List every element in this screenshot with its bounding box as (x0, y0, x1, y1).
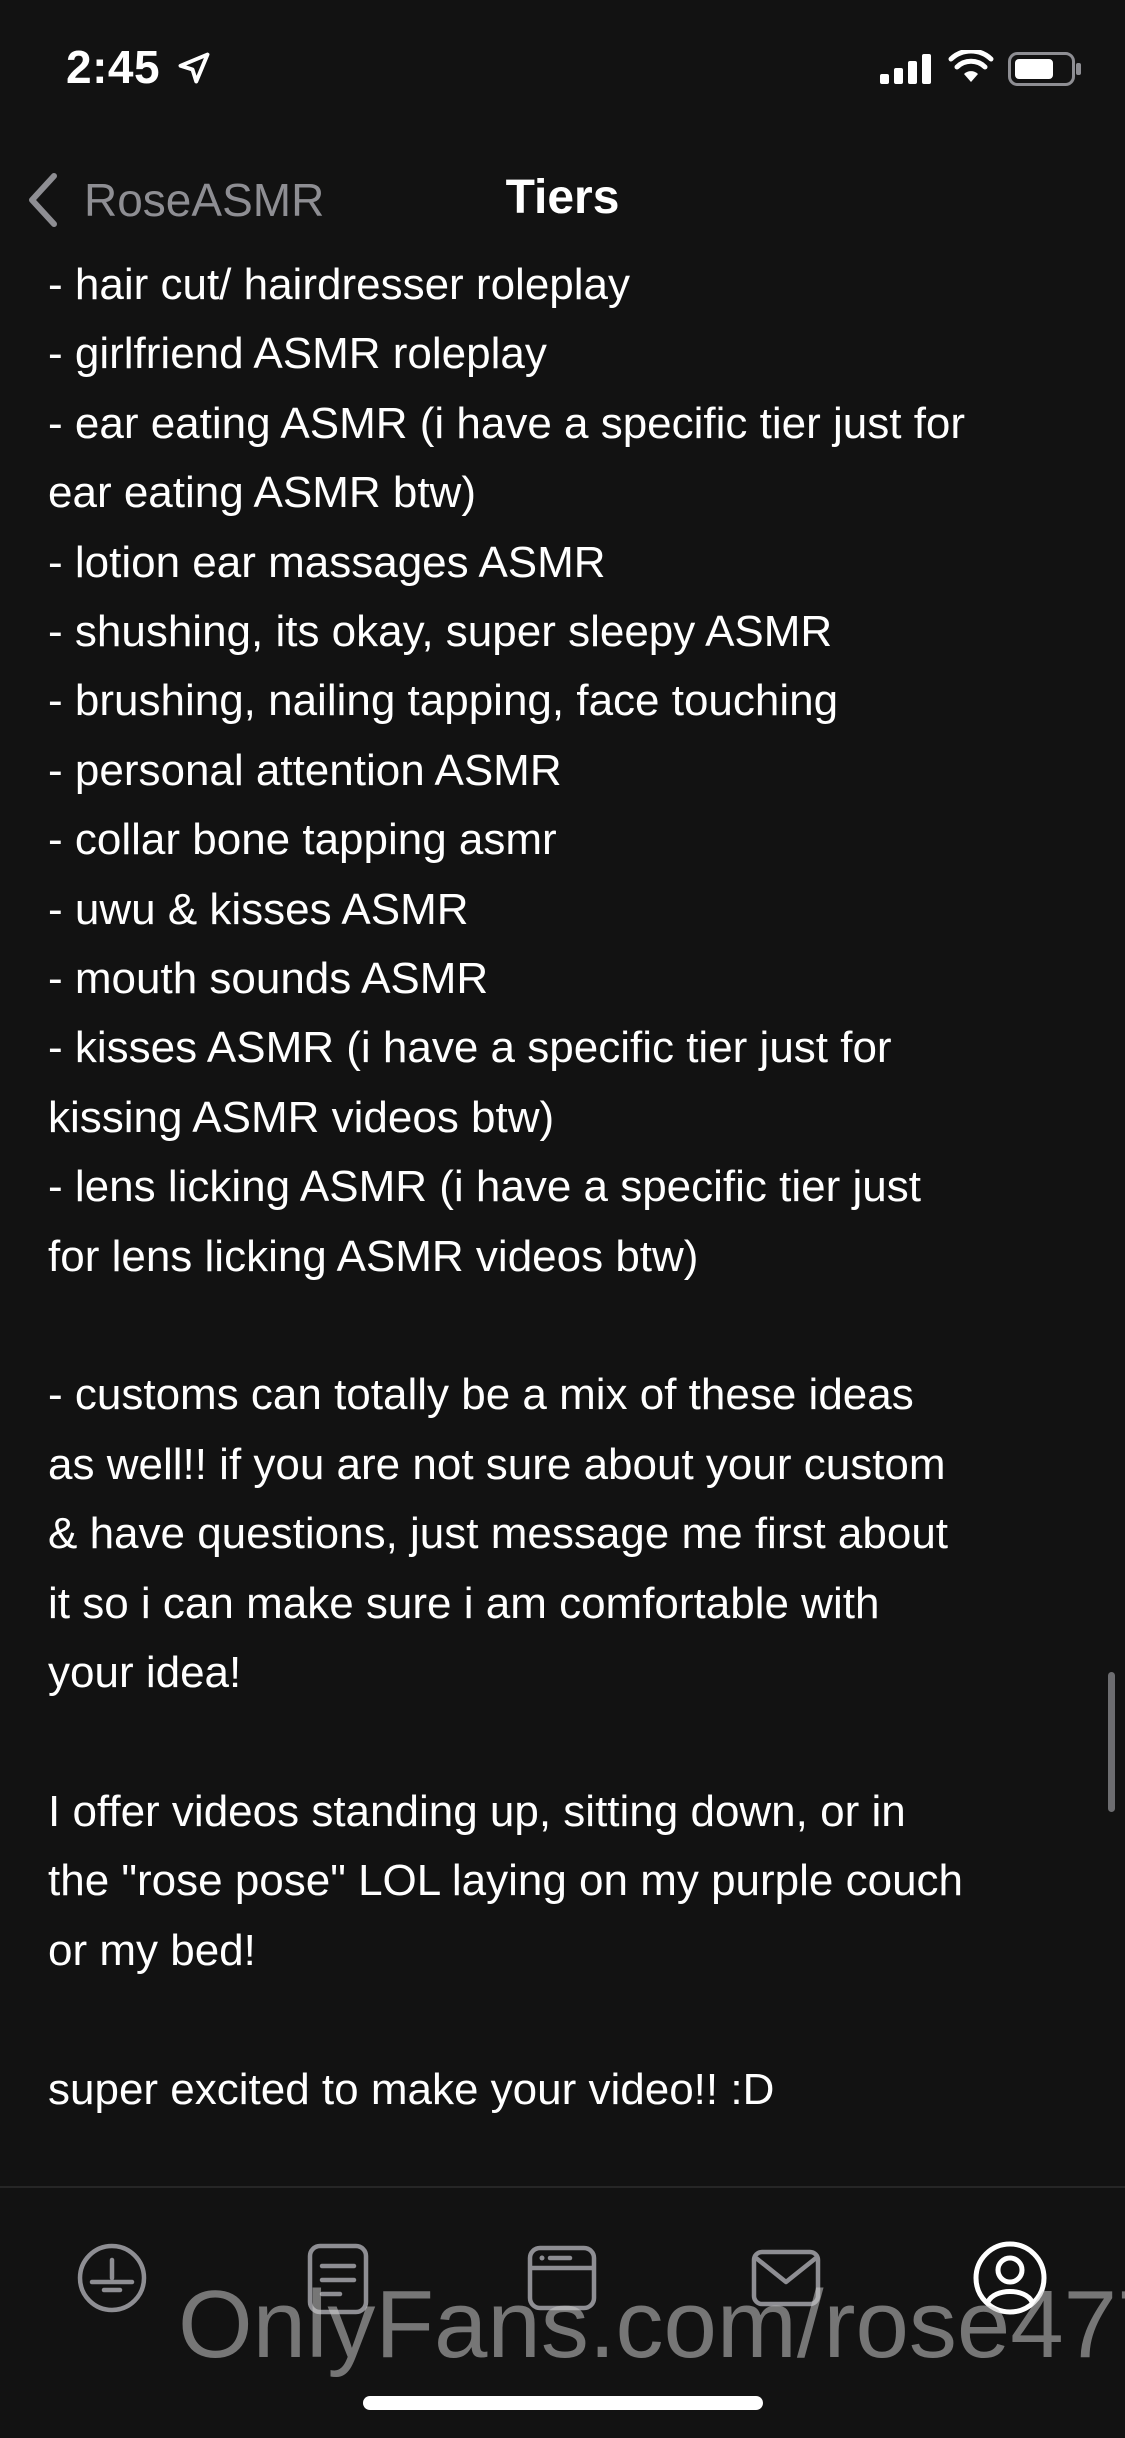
text-line: ear eating ASMR btw) (48, 468, 476, 518)
text-line: it so i can make sure i am comfortable w… (48, 1578, 880, 1628)
home-indicator[interactable] (363, 2396, 763, 2410)
text-line: for lens licking ASMR videos btw) (48, 1231, 699, 1281)
text-line: I offer videos standing up, sitting down… (48, 1786, 906, 1836)
status-time: 2:45 (66, 41, 161, 93)
text-line: - collar bone tapping asmr (48, 815, 557, 865)
text-line: - lens licking ASMR (i have a specific t… (48, 1162, 921, 1212)
status-bar: 2:45 (0, 0, 1125, 140)
text-line: - shushing, its okay, super sleepy ASMR (48, 607, 833, 657)
battery-icon (1008, 52, 1081, 86)
text-line: - kisses ASMR (i have a specific tier ju… (48, 1023, 892, 1073)
text-line: - mouth sounds ASMR (48, 954, 489, 1004)
text-line: - brushing, nailing tapping, face touchi… (48, 676, 839, 726)
text-line: - girlfriend ASMR roleplay (48, 329, 547, 379)
text-line: the "rose pose" LOL laying on my purple … (48, 1856, 964, 1906)
text-line: - personal attention ASMR (48, 745, 562, 795)
text-line: as well!! if you are not sure about your… (48, 1439, 946, 1489)
location-arrow-icon (178, 52, 210, 84)
back-label: RoseASMR (84, 174, 325, 226)
text-line: kissing ASMR videos btw) (48, 1092, 555, 1142)
text-line: your idea! (48, 1648, 242, 1698)
wifi-icon (948, 50, 994, 82)
text-line: or my bed! (48, 1925, 256, 1975)
cellular-signal-icon (880, 54, 931, 84)
scroll-indicator[interactable] (1108, 1672, 1115, 1812)
watermark: OnlyFans.com/rose477 (178, 2271, 1125, 2378)
home-icon (77, 2243, 147, 2313)
text-line: - customs can totally be a mix of these … (48, 1370, 914, 1420)
chevron-left-icon (29, 173, 57, 227)
text-line: super excited to make your video!! :D (48, 2064, 775, 2114)
navigation-bar: Tiers RoseASMR (0, 150, 1125, 250)
text-line: - hair cut/ hairdresser roleplay (48, 260, 631, 309)
tab-home[interactable] (72, 2238, 152, 2318)
tier-description: - hair cut/ hairdresser roleplay - girlfr… (48, 250, 1088, 2124)
text-line: - ear eating ASMR (i have a specific tie… (48, 398, 966, 448)
text-line: & have questions, just message me first … (48, 1509, 949, 1559)
text-line: - uwu & kisses ASMR (48, 884, 469, 934)
text-line: - lotion ear massages ASMR (48, 537, 606, 587)
back-button[interactable]: RoseASMR (26, 168, 324, 232)
